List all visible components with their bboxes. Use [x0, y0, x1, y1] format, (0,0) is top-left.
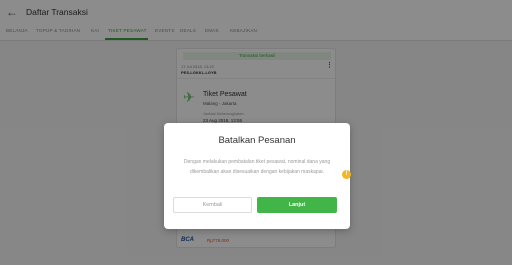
help-badge-icon[interactable]: !	[342, 170, 351, 179]
dialog-message: Dengan melakukan pembatalan tiket pesawa…	[183, 159, 331, 175]
continue-button[interactable]: Lanjut	[257, 197, 337, 213]
dialog-title: Batalkan Pesanan	[218, 135, 296, 146]
back-button[interactable]: Kembali	[173, 197, 252, 213]
cancel-order-dialog: Batalkan Pesanan Dengan melakukan pembat…	[164, 123, 350, 229]
